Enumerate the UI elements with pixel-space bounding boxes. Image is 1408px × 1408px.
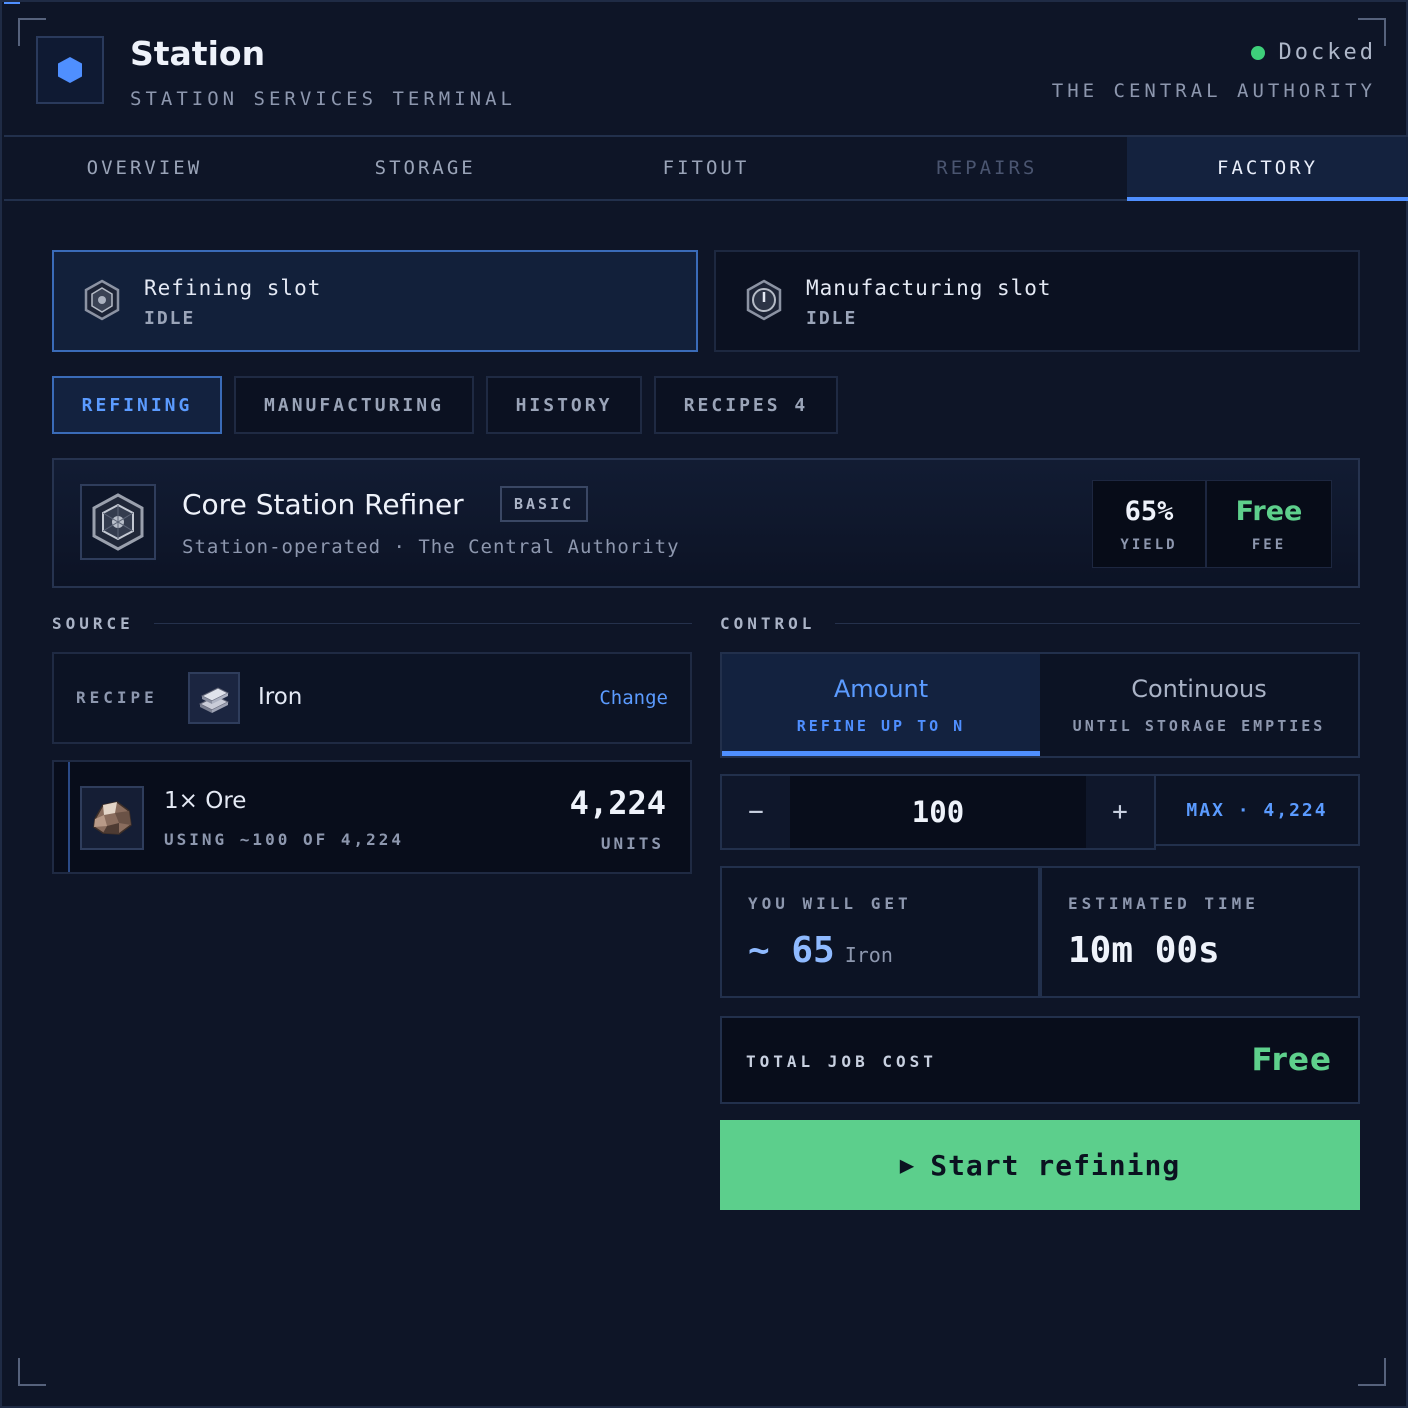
- source-section-header: SOURCE: [52, 614, 692, 633]
- subtab-refining[interactable]: REFINING: [52, 376, 222, 434]
- ore-units-label: UNITS: [600, 834, 664, 853]
- manufacturing-slot-state: IDLE: [806, 308, 858, 329]
- increment-button[interactable]: +: [1086, 776, 1154, 848]
- tab-factory[interactable]: FACTORY: [1127, 137, 1408, 201]
- tab-storage[interactable]: STORAGE: [285, 137, 566, 199]
- source-heading: SOURCE: [52, 614, 134, 633]
- refining-slot-state: IDLE: [144, 308, 196, 329]
- refinery-icon: [84, 279, 120, 321]
- refining-slot-name: Refining slot: [144, 276, 322, 300]
- yield-label: YIELD: [1120, 536, 1178, 553]
- time-estimate-card: ESTIMATED TIME 10m 00s: [1040, 866, 1360, 998]
- dock-status-label: Docked: [1278, 40, 1376, 65]
- iron-ingot-icon: [198, 687, 230, 713]
- total-cost-row: TOTAL JOB COST Free: [720, 1016, 1360, 1104]
- station-header: Station STATION SERVICES TERMINAL Docked…: [4, 4, 1408, 137]
- yield-value: 65%: [1124, 495, 1174, 527]
- total-cost-label: TOTAL JOB COST: [746, 1052, 937, 1071]
- subtab-recipes[interactable]: RECIPES 4: [654, 376, 838, 434]
- section-divider: [153, 623, 692, 624]
- mode-continuous-sub: UNTIL STORAGE EMPTIES: [1072, 717, 1326, 735]
- recipe-name: Iron: [258, 684, 303, 710]
- ore-input-row: 1× Ore USING ~100 OF 4,224 4,224 UNITS: [52, 760, 692, 874]
- page-title: Station: [130, 34, 266, 73]
- tier-badge: BASIC: [500, 486, 589, 522]
- output-amount: ~ 65: [748, 930, 835, 971]
- dock-status: Docked: [1250, 40, 1376, 65]
- fee-label: FEE: [1251, 536, 1287, 553]
- subtab-history[interactable]: HISTORY: [486, 376, 642, 434]
- main-tabs: OVERVIEW STORAGE FITOUT REPAIRS FACTORY: [4, 137, 1408, 201]
- hexagon-icon: [58, 57, 82, 83]
- total-cost-value: Free: [1251, 1042, 1332, 1078]
- refiner-name: Core Station Refiner: [182, 488, 464, 521]
- corner-bracket-bottom-right: [1358, 1358, 1386, 1386]
- time-label: ESTIMATED TIME: [1068, 894, 1259, 913]
- max-button[interactable]: MAX · 4,224: [1154, 774, 1360, 846]
- quantity-stepper: − 100 +: [720, 774, 1156, 850]
- decrement-button[interactable]: −: [722, 776, 790, 848]
- mode-continuous-button[interactable]: Continuous UNTIL STORAGE EMPTIES: [1040, 654, 1358, 756]
- ore-usage: USING ~100 OF 4,224: [164, 830, 405, 849]
- start-refining-button[interactable]: ▶ Start refining: [720, 1120, 1360, 1210]
- tab-repairs: REPAIRS: [936, 157, 1038, 179]
- mode-amount-button[interactable]: Amount REFINE UP TO N: [722, 654, 1040, 756]
- subtab-manufacturing[interactable]: MANUFACTURING: [234, 376, 474, 434]
- authority-label: THE CENTRAL AUTHORITY: [1051, 80, 1376, 102]
- time-value: 10m 00s: [1068, 930, 1220, 971]
- station-logo: [36, 36, 104, 104]
- tab-overview[interactable]: OVERVIEW: [4, 137, 285, 199]
- yield-stat: 65% YIELD: [1092, 480, 1206, 568]
- control-section-header: CONTROL: [720, 614, 1360, 633]
- recipe-thumbnail: [188, 672, 240, 724]
- recipe-selector: RECIPE Iron Change: [52, 652, 692, 744]
- ore-accent-bar: [68, 762, 70, 872]
- tab-fitout[interactable]: FITOUT: [566, 137, 847, 199]
- gear-icon: [746, 279, 782, 321]
- quantity-input[interactable]: 100: [790, 776, 1086, 848]
- status-dot-icon: [1250, 45, 1265, 60]
- section-divider: [835, 623, 1360, 624]
- mode-amount-sub: REFINE UP TO N: [796, 717, 966, 735]
- output-unit: Iron: [844, 943, 893, 967]
- ore-name: 1× Ore: [164, 788, 247, 814]
- output-estimate-card: YOU WILL GET ~ 65 Iron: [720, 866, 1040, 998]
- corner-bracket-bottom-left: [18, 1358, 46, 1386]
- change-recipe-link[interactable]: Change: [599, 687, 668, 709]
- refining-slot-card[interactable]: Refining slot IDLE: [52, 250, 698, 352]
- fee-stat: Free FEE: [1206, 480, 1332, 568]
- mode-continuous-title: Continuous: [1131, 675, 1267, 703]
- start-refining-label: Start refining: [930, 1148, 1181, 1182]
- control-heading: CONTROL: [720, 614, 816, 633]
- mode-amount-title: Amount: [833, 675, 929, 703]
- ore-thumbnail: [80, 786, 144, 850]
- refiner-operator: Station-operated · The Central Authority: [182, 536, 680, 558]
- terminal-frame: Station STATION SERVICES TERMINAL Docked…: [0, 0, 1408, 1408]
- refiner-thumbnail: [80, 484, 156, 560]
- manufacturing-slot-name: Manufacturing slot: [806, 276, 1052, 300]
- fee-value: Free: [1235, 495, 1303, 527]
- ore-count: 4,224: [569, 784, 666, 822]
- page-subtitle: STATION SERVICES TERMINAL: [130, 88, 516, 110]
- ore-rock-icon: [93, 801, 132, 835]
- play-icon: ▶: [899, 1151, 915, 1179]
- manufacturing-slot-card[interactable]: Manufacturing slot IDLE: [714, 250, 1360, 352]
- output-label: YOU WILL GET: [748, 894, 912, 913]
- output-value: ~ 65 Iron: [748, 930, 893, 971]
- time-value-wrap: 10m 00s: [1068, 930, 1220, 971]
- mode-toggle: Amount REFINE UP TO N Continuous UNTIL S…: [720, 652, 1360, 758]
- recipe-label: RECIPE: [76, 688, 158, 707]
- refiner-card: Core Station Refiner BASIC Station-opera…: [52, 458, 1360, 588]
- refinery-icon: [92, 493, 144, 551]
